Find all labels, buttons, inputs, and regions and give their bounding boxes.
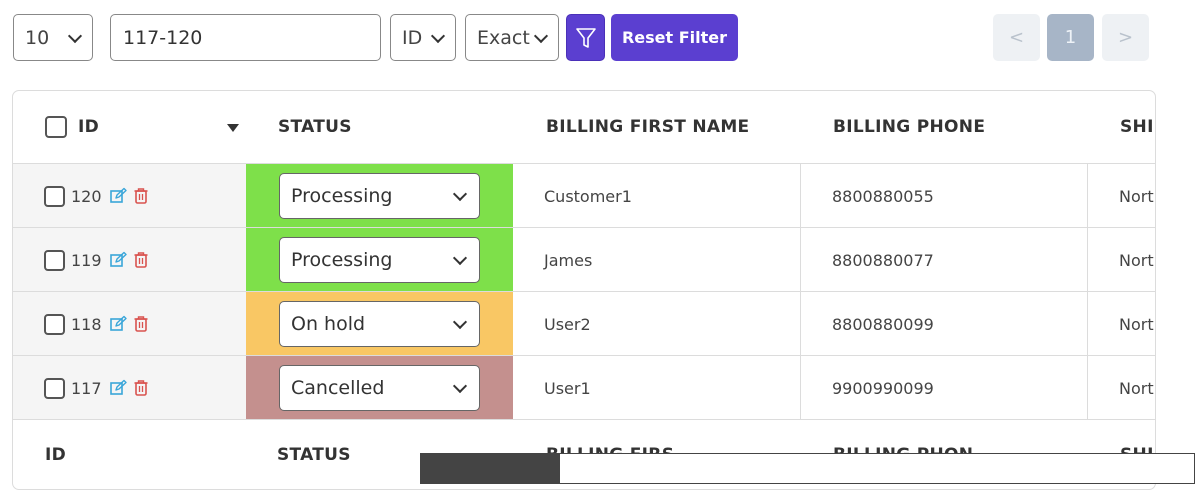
header-id[interactable]: ID (45, 91, 99, 163)
row-checkbox[interactable] (44, 185, 65, 207)
table-row: 120 Processing Customer1 8800880055 Nort (13, 163, 1155, 228)
cell-id: 120 (13, 164, 246, 228)
table-row: 118 On hold User2 8800880099 Nort (13, 291, 1155, 356)
cell-billing-phone: 8800880077 (801, 228, 1088, 292)
cell-billing-first-name: James (513, 228, 801, 292)
match-type-value: Exact (477, 26, 530, 49)
page-number-button[interactable]: 1 (1047, 14, 1094, 61)
status-select[interactable]: Cancelled (279, 365, 480, 411)
cell-status: Processing (246, 228, 513, 292)
status-value: Processing (291, 185, 393, 207)
orders-table: ID STATUS BILLING FIRST NAME BILLING PHO… (12, 90, 1156, 490)
edit-icon[interactable] (109, 187, 127, 205)
chevron-down-icon (452, 378, 468, 394)
status-select[interactable]: Processing (279, 173, 480, 219)
table-row: 117 Cancelled User1 9900990099 Nort (13, 355, 1155, 420)
row-id: 118 (71, 314, 102, 334)
header-id-label: ID (78, 117, 100, 137)
cell-billing-first-name: User2 (513, 292, 801, 356)
page-next-button[interactable]: > (1102, 14, 1149, 61)
footer-divider (13, 419, 1155, 420)
cell-id: 118 (13, 292, 246, 356)
chevron-down-icon (452, 186, 468, 202)
row-id: 119 (71, 250, 102, 270)
row-checkbox[interactable] (44, 313, 65, 335)
cell-shipping: Nort (1119, 378, 1154, 398)
match-type-select[interactable]: Exact (465, 14, 559, 61)
cell-status: On hold (246, 292, 513, 356)
footer-status: STATUS (277, 445, 351, 465)
scrollbar-thumb[interactable] (421, 454, 561, 483)
cell-billing-phone: 8800880099 (801, 292, 1088, 356)
row-checkbox[interactable] (44, 377, 65, 399)
table-row: 119 Processing James 8800880077 Nort (13, 227, 1155, 292)
cell-id: 119 (13, 228, 246, 292)
cell-status: Processing (246, 164, 513, 228)
row-id: 120 (71, 186, 102, 206)
chevron-down-icon (67, 28, 83, 43)
chevron-down-icon (452, 314, 468, 330)
header-billing-first-name[interactable]: BILLING FIRST NAME (546, 91, 749, 163)
filter-button[interactable] (566, 14, 605, 61)
per-page-value: 10 (25, 26, 50, 49)
trash-icon[interactable] (133, 251, 151, 269)
search-input[interactable] (123, 26, 363, 49)
status-value: Processing (291, 249, 393, 271)
trash-icon[interactable] (133, 187, 151, 205)
edit-icon[interactable] (109, 315, 127, 333)
filter-field-select[interactable]: ID (390, 14, 456, 61)
per-page-select[interactable]: 10 (13, 14, 93, 61)
horizontal-scrollbar[interactable] (420, 453, 1195, 484)
edit-icon[interactable] (109, 379, 127, 397)
row-checkbox[interactable] (44, 249, 65, 271)
header-status[interactable]: STATUS (278, 91, 352, 163)
edit-icon[interactable] (109, 251, 127, 269)
reset-filter-button[interactable]: Reset Filter (611, 14, 738, 61)
trash-icon[interactable] (133, 315, 151, 333)
row-id: 117 (71, 378, 102, 398)
cell-billing-first-name: User1 (513, 356, 801, 420)
cell-billing-first-name: Customer1 (513, 164, 801, 228)
header-shipping[interactable]: SHI (1120, 91, 1154, 163)
cell-billing-phone: 8800880055 (801, 164, 1088, 228)
cell-id: 117 (13, 356, 246, 420)
cell-shipping: Nort (1119, 314, 1154, 334)
status-value: On hold (291, 313, 366, 335)
header-billing-phone[interactable]: BILLING PHONE (833, 91, 985, 163)
funnel-icon (575, 27, 596, 48)
status-select[interactable]: On hold (279, 301, 480, 347)
search-field[interactable] (110, 14, 381, 61)
status-select[interactable]: Processing (279, 237, 480, 283)
page-prev-button[interactable]: < (993, 14, 1040, 61)
chevron-down-icon (533, 28, 549, 43)
select-all-checkbox[interactable] (45, 116, 67, 138)
cell-shipping: Nort (1119, 186, 1154, 206)
sort-desc-icon[interactable] (227, 124, 239, 132)
chevron-down-icon (430, 28, 446, 43)
footer-id: ID (45, 445, 67, 465)
chevron-down-icon (452, 250, 468, 266)
trash-icon[interactable] (133, 379, 151, 397)
cell-status: Cancelled (246, 356, 513, 420)
cell-shipping: Nort (1119, 250, 1154, 270)
status-value: Cancelled (291, 377, 385, 399)
filter-field-value: ID (402, 26, 423, 49)
cell-billing-phone: 9900990099 (801, 356, 1088, 420)
